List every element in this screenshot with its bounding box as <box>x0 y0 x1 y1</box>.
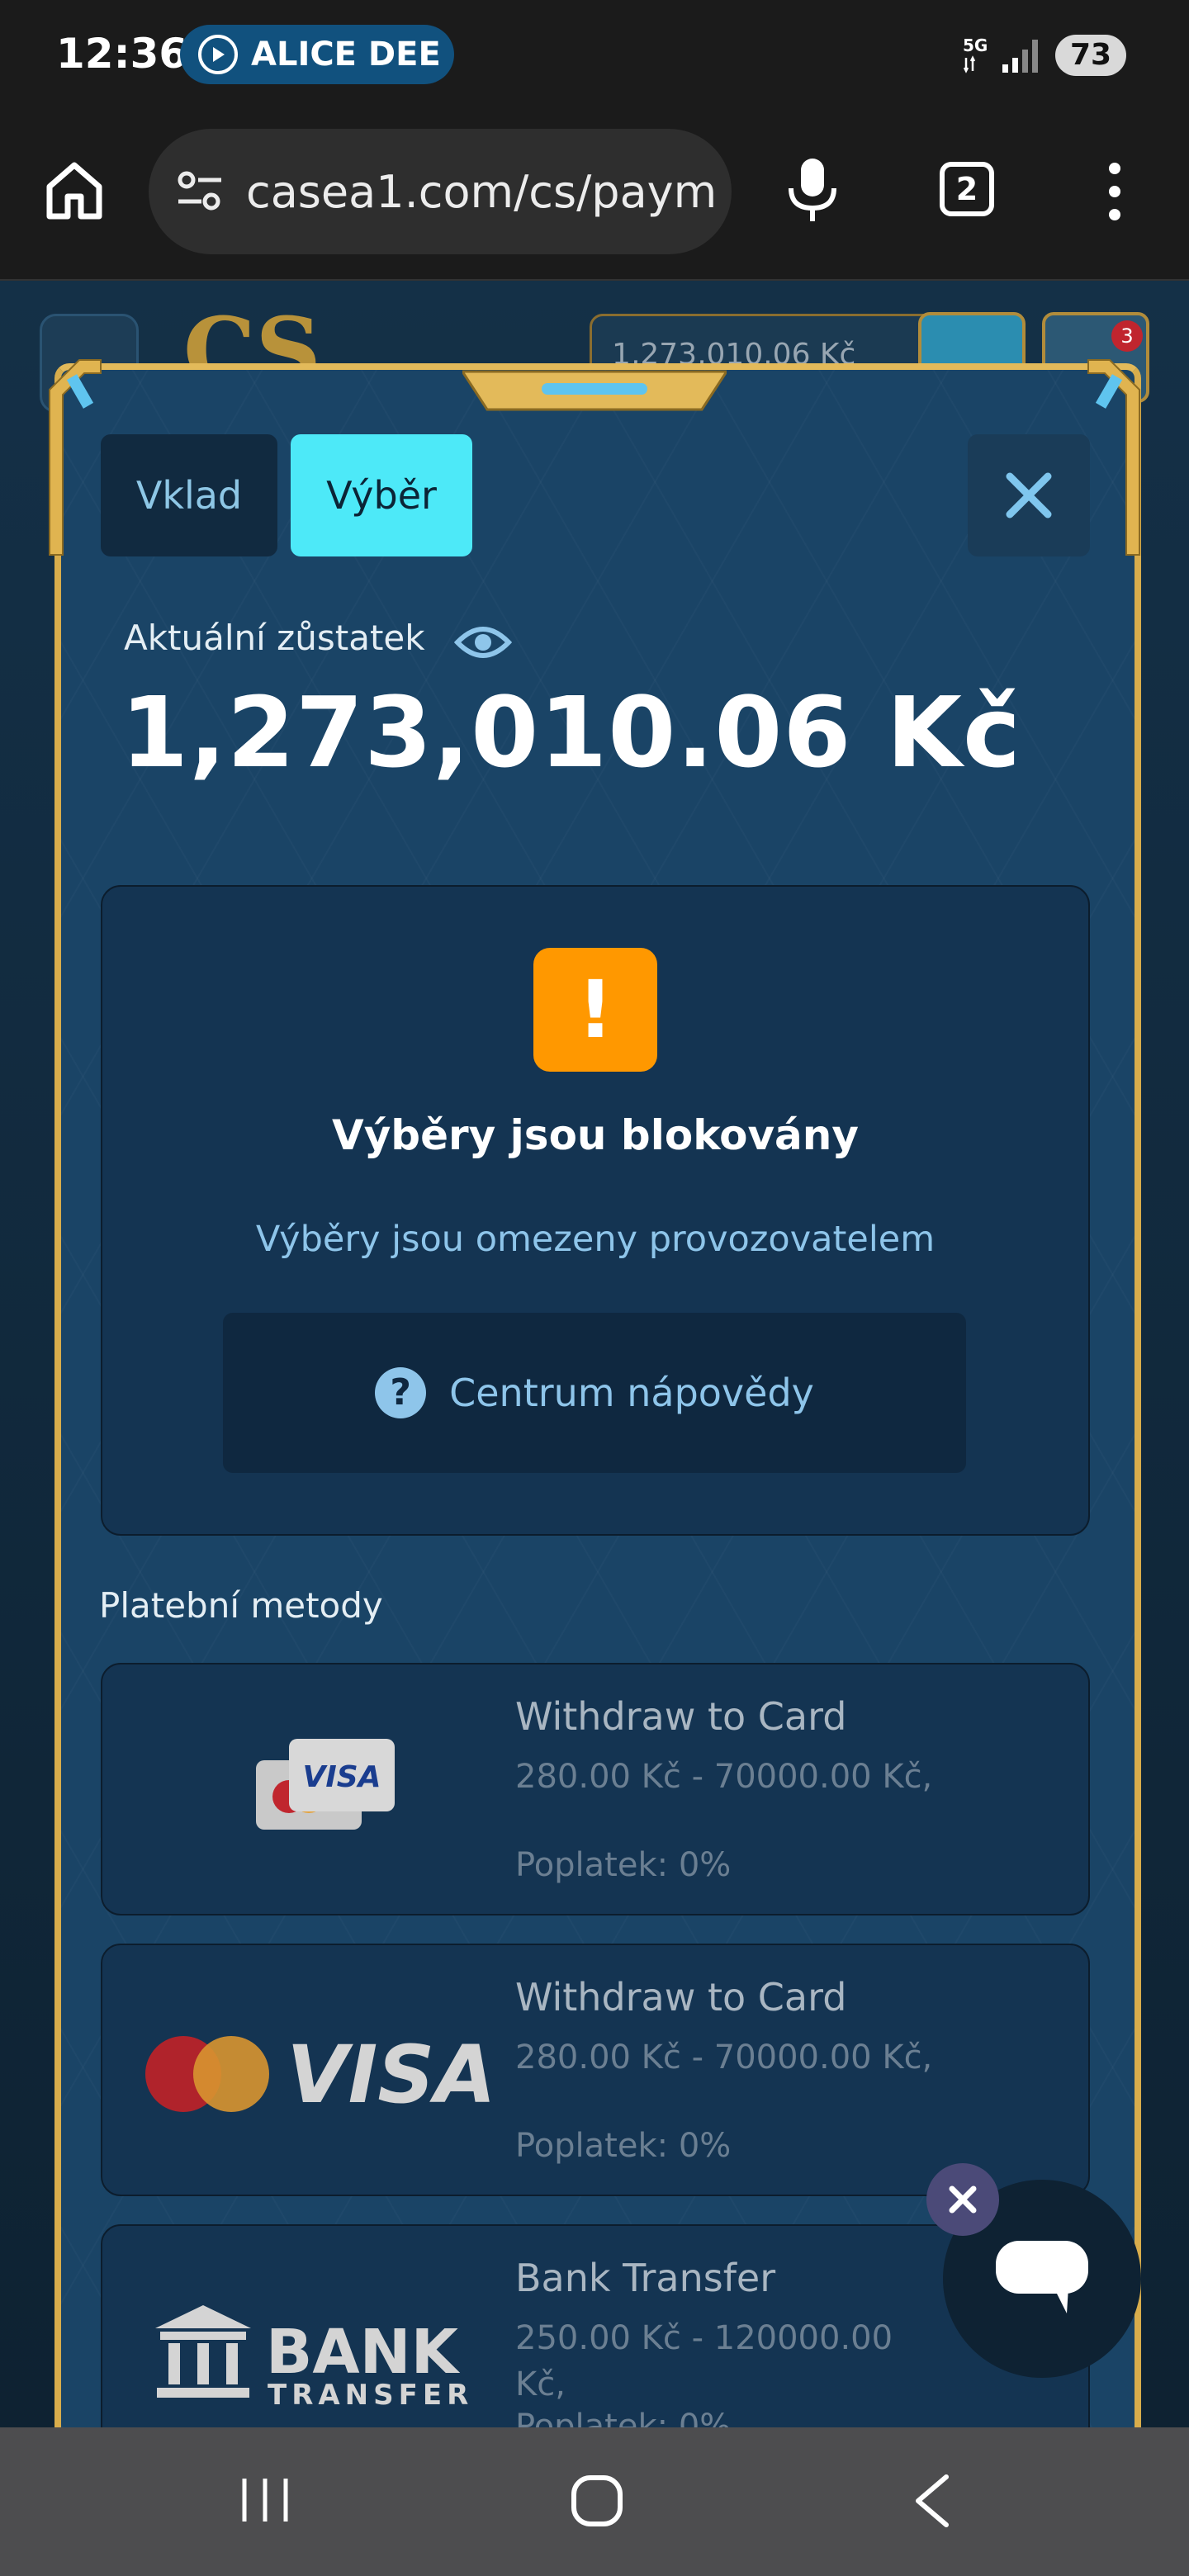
frame-crest <box>462 370 727 411</box>
close-modal-button[interactable] <box>968 434 1090 556</box>
home-nav-icon[interactable] <box>570 2474 624 2528</box>
tab-switcher-button[interactable]: 2 <box>940 162 994 216</box>
svg-text:TRANSFER: TRANSFER <box>268 2379 473 2412</box>
help-center-button[interactable]: ? Centrum nápovědy <box>223 1313 966 1473</box>
signal-icon: 5G <box>963 36 1038 73</box>
method-name: Withdraw to Card <box>515 1975 847 2020</box>
browser-toolbar: casea1.com/cs/paym 2 <box>0 107 1189 281</box>
tune-icon[interactable] <box>173 165 226 218</box>
frame-corner-left <box>49 359 102 556</box>
payment-method-card[interactable]: VISA Withdraw to Card 280.00 Kč - 70000.… <box>101 1663 1090 1915</box>
media-label: ALICE DEE <box>251 36 441 73</box>
recents-icon[interactable] <box>238 2475 292 2525</box>
close-icon <box>949 2185 977 2214</box>
method-name: Bank Transfer <box>515 2256 776 2300</box>
play-icon <box>198 35 238 74</box>
method-fee: Poplatek: 0% <box>515 1846 732 1884</box>
payment-methods-title: Platební metody <box>99 1585 383 1626</box>
eye-icon[interactable] <box>454 619 512 665</box>
battery-indicator: 73 <box>1055 35 1126 76</box>
bank-transfer-logo: BANK TRANSFER <box>155 2305 473 2412</box>
method-name: Withdraw to Card <box>515 1694 847 1739</box>
chat-icon <box>996 2241 1088 2313</box>
balance-label: Aktuální zůstatek <box>124 618 425 658</box>
blocked-subtitle: Výběry jsou omezeny provozovatelem <box>255 1219 936 1260</box>
svg-text:5G: 5G <box>963 36 988 55</box>
svg-text:VISA: VISA <box>287 2029 495 2121</box>
home-icon[interactable] <box>43 159 106 221</box>
tab-withdraw[interactable]: Výběr <box>291 434 472 556</box>
method-fee: Poplatek: 0% <box>515 2127 732 2165</box>
back-icon[interactable] <box>912 2474 953 2528</box>
method-range: 280.00 Kč - 70000.00 Kč, <box>515 2039 933 2076</box>
more-icon[interactable] <box>1098 160 1131 223</box>
svg-text:BANK: BANK <box>266 2317 461 2388</box>
method-range: 280.00 Kč - 70000.00 Kč, <box>515 1758 933 1796</box>
mic-icon[interactable] <box>781 155 844 225</box>
warning-icon: ! <box>533 948 657 1072</box>
card-stack-logo: VISA <box>256 1739 395 1830</box>
help-center-label: Centrum nápovědy <box>449 1371 814 1415</box>
chat-dismiss-button[interactable] <box>926 2163 999 2236</box>
media-pill[interactable]: ALICE DEE <box>180 25 454 84</box>
frame-corner-right <box>1087 359 1140 556</box>
notification-badge: 3 <box>1111 320 1143 352</box>
url-text: casea1.com/cs/paym <box>246 165 718 218</box>
mastercard-visa-logo: VISA <box>145 2029 496 2121</box>
balance-value: 1,273,010.06 Kč <box>121 675 1021 789</box>
status-bar: 12:36 ALICE DEE 5G 73 <box>0 0 1189 107</box>
system-nav-bar <box>0 2427 1189 2576</box>
help-icon: ? <box>375 1367 427 1418</box>
blocked-title: Výběry jsou blokovány <box>332 1111 859 1159</box>
svg-text:VISA: VISA <box>302 1760 381 1794</box>
tab-deposit[interactable]: Vklad <box>101 434 277 556</box>
payment-method-card[interactable]: VISA Withdraw to Card 280.00 Kč - 70000.… <box>101 1944 1090 2196</box>
address-bar[interactable]: casea1.com/cs/paym <box>149 129 732 254</box>
status-time: 12:36 <box>56 30 188 78</box>
method-range: 250.00 Kč - 120000.00 Kč, <box>515 2319 893 2403</box>
close-icon <box>1006 472 1052 519</box>
